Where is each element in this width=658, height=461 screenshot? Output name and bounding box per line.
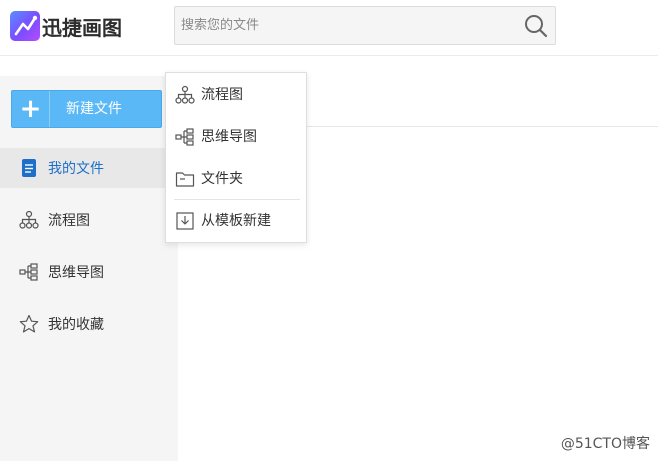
- sidebar-item-label: 我的文件: [48, 161, 104, 177]
- menu-divider: [174, 199, 300, 200]
- top-header: 迅捷画图: [0, 0, 658, 56]
- menu-item-label: 思维导图: [201, 129, 257, 145]
- new-file-label: 新建文件: [66, 101, 122, 117]
- search-icon[interactable]: [523, 13, 549, 39]
- folder-icon: [175, 169, 195, 189]
- flowchart-icon: [175, 85, 195, 105]
- menu-item-folder[interactable]: 文件夹: [166, 159, 306, 199]
- new-file-button[interactable]: + 新建文件: [11, 90, 162, 128]
- app-logo[interactable]: 迅捷画图: [10, 10, 122, 42]
- watermark: @51CTO博客: [560, 436, 650, 452]
- sidebar-item-mindmap[interactable]: 思维导图: [0, 252, 178, 292]
- menu-item-label: 从模板新建: [201, 213, 271, 229]
- plus-icon: +: [12, 91, 50, 127]
- app-name: 迅捷画图: [42, 15, 122, 40]
- search-input[interactable]: [176, 8, 506, 43]
- template-download-icon: [175, 211, 195, 231]
- sidebar-item-flowchart[interactable]: 流程图: [0, 200, 178, 240]
- star-icon: [19, 314, 39, 334]
- flowchart-icon: [19, 210, 39, 230]
- mindmap-icon: [175, 127, 195, 147]
- new-file-dropdown: 流程图 思维导图 文件夹 从模板新建: [165, 72, 307, 243]
- chart-line-logo-icon: [10, 11, 40, 41]
- menu-item-flowchart[interactable]: 流程图: [166, 75, 306, 115]
- document-icon: [19, 158, 39, 178]
- search-box: [174, 6, 556, 45]
- sidebar-item-favorites[interactable]: 我的收藏: [0, 304, 178, 344]
- menu-item-from-template[interactable]: 从模板新建: [166, 201, 306, 241]
- menu-item-mindmap[interactable]: 思维导图: [166, 117, 306, 157]
- menu-item-label: 流程图: [201, 87, 243, 103]
- sidebar-item-label: 流程图: [48, 213, 90, 229]
- sidebar: + 新建文件 我的文件 流程图 思维导图 我的收藏: [0, 76, 178, 461]
- mindmap-icon: [19, 262, 39, 282]
- sidebar-item-label: 思维导图: [48, 265, 104, 281]
- sidebar-item-label: 我的收藏: [48, 317, 104, 333]
- sidebar-item-my-files[interactable]: 我的文件: [0, 148, 178, 188]
- menu-item-label: 文件夹: [201, 171, 243, 187]
